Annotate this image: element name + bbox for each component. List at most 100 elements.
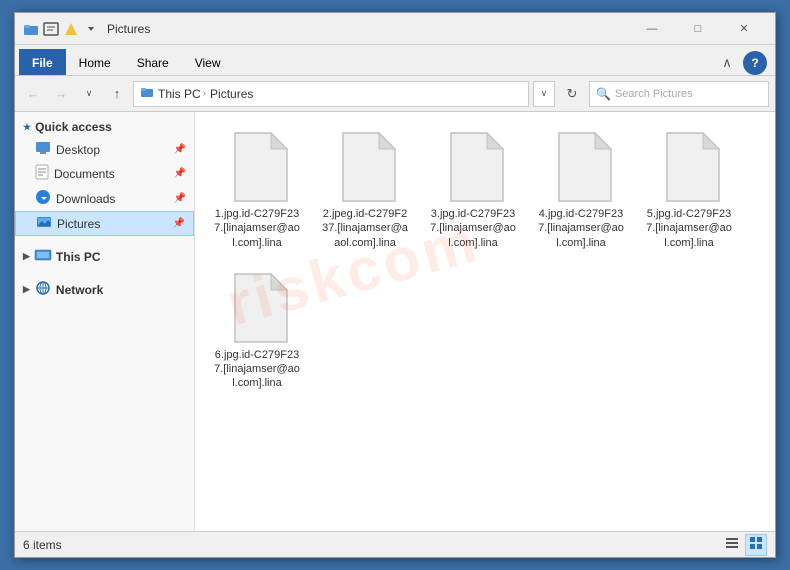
sidebar-network-label: Network — [56, 283, 103, 297]
file-item-2[interactable]: 2.jpeg.id-C279F237.[linajamser@aaol.com]… — [315, 124, 415, 257]
path-chevron-1: › — [203, 88, 206, 99]
up-icon: ↑ — [114, 86, 121, 101]
help-button[interactable]: ? — [743, 51, 767, 75]
ribbon-tab-bar: File Home Share View ∧ ? — [15, 45, 775, 75]
search-placeholder: Search Pictures — [615, 88, 693, 100]
sidebar-quick-access[interactable]: ★ Quick access — [15, 116, 194, 138]
path-segment-pictures: Pictures — [210, 87, 253, 101]
sidebar-downloads-label: Downloads — [56, 192, 115, 206]
app-icon-1 — [23, 21, 39, 37]
close-button[interactable]: ✕ — [721, 13, 767, 45]
forward-button[interactable]: → — [49, 82, 73, 106]
path-thispc-label: This PC — [158, 87, 201, 101]
sidebar-desktop-label: Desktop — [56, 143, 100, 157]
minimize-button[interactable]: — — [629, 13, 675, 45]
file-name-1: 1.jpg.id-C279F237.[linajamser@aol.com].l… — [214, 207, 300, 250]
sidebar-item-pictures[interactable]: Pictures 📌 — [15, 211, 194, 236]
tab-share[interactable]: Share — [124, 49, 182, 75]
desktop-icon — [35, 141, 51, 158]
file-icon-5 — [657, 131, 721, 203]
refresh-icon: ↻ — [567, 86, 578, 102]
statusbar-right — [721, 534, 767, 556]
window-title: Pictures — [107, 22, 629, 36]
path-expand-button[interactable]: ∨ — [533, 81, 555, 107]
network-icon — [34, 281, 52, 298]
view-large-icon — [748, 535, 764, 554]
this-pc-expand-icon: ▶ — [23, 251, 30, 262]
dropdown-button[interactable]: ∨ — [77, 82, 101, 106]
file-item-5[interactable]: 5.jpg.id-C279F237.[linajamser@aol.com].l… — [639, 124, 739, 257]
file-icon-6 — [225, 272, 289, 344]
back-button[interactable]: ← — [21, 82, 45, 106]
refresh-button[interactable]: ↻ — [559, 81, 585, 107]
back-icon: ← — [27, 86, 40, 101]
sidebar-item-downloads[interactable]: Downloads 📌 — [15, 186, 194, 211]
ribbon-extra: ∧ ? — [715, 51, 771, 75]
tab-file[interactable]: File — [19, 49, 66, 75]
path-expand-icon: ∨ — [541, 88, 548, 99]
file-item-4[interactable]: 4.jpg.id-C279F237.[linajamser@aol.com].l… — [531, 124, 631, 257]
app-icon-2 — [43, 21, 59, 37]
sidebar-pictures-label: Pictures — [57, 217, 100, 231]
network-expand-icon: ▶ — [23, 284, 30, 295]
file-name-5: 5.jpg.id-C279F237.[linajamser@aol.com].l… — [646, 207, 732, 250]
item-count: 6 items — [23, 538, 62, 552]
file-name-6: 6.jpg.id-C279F237.[linajamser@aol.com].l… — [214, 348, 300, 391]
view-list-button[interactable] — [721, 534, 743, 556]
file-item-6[interactable]: 6.jpg.id-C279F237.[linajamser@aol.com].l… — [207, 265, 307, 398]
pictures-icon — [36, 215, 52, 232]
file-area-wrapper: riskcom 1.jpg.id-C279F237.[linajamser@ao… — [195, 112, 775, 531]
pin-icon-pictures: 📌 — [173, 218, 185, 229]
quick-access-expand-icon: ★ — [23, 122, 31, 133]
titlebar: Pictures — □ ✕ — [15, 13, 775, 45]
search-box[interactable]: 🔍 Search Pictures — [589, 81, 769, 107]
sidebar-this-pc-label: This PC — [56, 250, 101, 264]
tab-home[interactable]: Home — [66, 49, 124, 75]
pin-icon-downloads: 📌 — [174, 193, 186, 204]
up-button[interactable]: ↑ — [105, 82, 129, 106]
pin-icon-desktop: 📌 — [174, 144, 186, 155]
sidebar-item-documents[interactable]: Documents 📌 — [15, 161, 194, 186]
search-icon: 🔍 — [596, 87, 611, 101]
quick-access-label: Quick access — [35, 120, 112, 134]
maximize-button[interactable]: □ — [675, 13, 721, 45]
app-icon-dropdown[interactable] — [83, 21, 99, 37]
file-area: 1.jpg.id-C279F237.[linajamser@aol.com].l… — [195, 112, 775, 531]
documents-icon — [35, 164, 49, 183]
file-icon-2 — [333, 131, 397, 203]
forward-icon: → — [55, 86, 68, 101]
titlebar-app-icons — [23, 21, 99, 37]
addressbar: ← → ∨ ↑ This PC › Pictures ∨ ↻ — [15, 76, 775, 112]
dropdown-icon: ∨ — [86, 88, 93, 99]
file-icon-1 — [225, 131, 289, 203]
statusbar: 6 items — [15, 531, 775, 557]
main-content: ★ Quick access Desktop 📌 Documents 📌 — [15, 112, 775, 531]
ribbon-collapse-button[interactable]: ∧ — [715, 51, 739, 75]
file-item-3[interactable]: 3.jpg.id-C279F237.[linajamser@aol.com].l… — [423, 124, 523, 257]
view-large-button[interactable] — [745, 534, 767, 556]
file-name-3: 3.jpg.id-C279F237.[linajamser@aol.com].l… — [430, 207, 516, 250]
path-icon — [140, 85, 154, 102]
sidebar: ★ Quick access Desktop 📌 Documents 📌 — [15, 112, 195, 531]
window-controls: — □ ✕ — [629, 13, 767, 45]
view-list-icon — [724, 535, 740, 554]
file-item-1[interactable]: 1.jpg.id-C279F237.[linajamser@aol.com].l… — [207, 124, 307, 257]
sidebar-this-pc[interactable]: ▶ This PC — [15, 244, 194, 269]
file-icon-4 — [549, 131, 613, 203]
tab-view[interactable]: View — [182, 49, 234, 75]
sidebar-network[interactable]: ▶ Network — [15, 277, 194, 302]
path-pictures-label: Pictures — [210, 87, 253, 101]
sidebar-item-desktop[interactable]: Desktop 📌 — [15, 138, 194, 161]
explorer-window: Pictures — □ ✕ File Home Share View ∧ ? — [14, 12, 776, 558]
sidebar-documents-label: Documents — [54, 167, 115, 181]
pin-icon-documents: 📌 — [174, 168, 186, 179]
file-icon-3 — [441, 131, 505, 203]
file-name-4: 4.jpg.id-C279F237.[linajamser@aol.com].l… — [538, 207, 624, 250]
path-segment-thispc: This PC › — [158, 87, 206, 101]
downloads-icon — [35, 189, 51, 208]
this-pc-icon — [34, 248, 52, 265]
app-icon-3 — [63, 21, 79, 37]
ribbon: File Home Share View ∧ ? — [15, 45, 775, 76]
file-grid: 1.jpg.id-C279F237.[linajamser@aol.com].l… — [203, 120, 767, 402]
address-path[interactable]: This PC › Pictures — [133, 81, 529, 107]
